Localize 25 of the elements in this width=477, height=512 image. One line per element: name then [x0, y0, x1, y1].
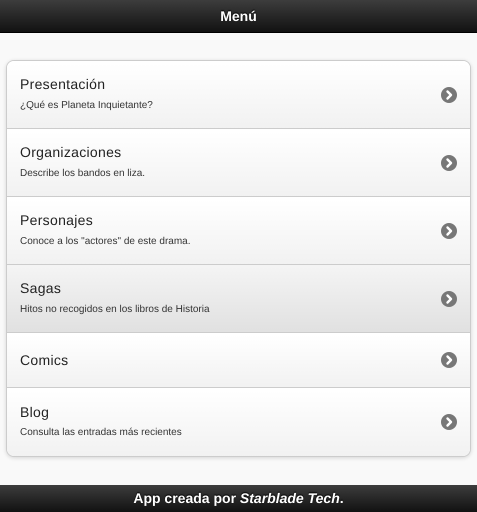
menu-item[interactable]: Personajes Conoce a los "actores" de este drama.	[7, 197, 470, 265]
chevron-icon	[441, 290, 457, 306]
menu-item[interactable]: Presentación ¿Qué es Planeta Inquietante?	[7, 61, 470, 129]
item-subtitle: Describe los bandos en liza.	[20, 166, 146, 181]
menu-item[interactable]: Sagas Hitos no recogidos en los libros de Historia	[7, 265, 470, 333]
item-title: Personajes	[20, 212, 94, 229]
header-title: Menú	[220, 6, 257, 26]
item-title: Presentación	[20, 76, 106, 93]
item-title: Sagas	[20, 280, 62, 297]
chevron-icon	[441, 352, 457, 368]
chevron-icon	[441, 86, 457, 102]
item-subtitle: ¿Qué es Planeta Inquietante?	[20, 98, 154, 113]
menu-item[interactable]: Blog Consulta las entradas más recientes	[7, 388, 470, 456]
item-subtitle: Consulta las entradas más recientes	[20, 426, 183, 440]
item-subtitle: Hitos no recogidos en los libros de Historia	[20, 302, 211, 317]
menu-item[interactable]: Organizaciones Describe los bandos en liza.	[7, 129, 470, 197]
chevron-icon	[441, 222, 457, 238]
item-title: Comics	[20, 352, 70, 368]
chevron-icon	[441, 154, 457, 170]
menu-item[interactable]: Comics	[7, 333, 470, 388]
footer-text: App creada por Starblade Tech.	[133, 489, 344, 508]
item-subtitle: Conoce a los "actores" de este drama.	[20, 234, 192, 249]
item-title: Organizaciones	[20, 144, 122, 161]
item-title: Blog	[20, 404, 50, 420]
chevron-icon	[441, 414, 457, 430]
